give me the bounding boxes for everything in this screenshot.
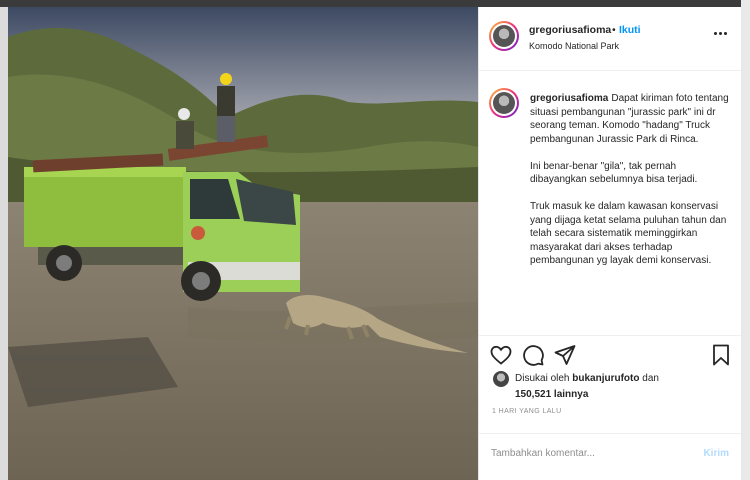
likes-count[interactable]: 150,521 lainnya [515, 389, 588, 400]
caption-paragraph-2: Ini benar-benar "gila", tak pernah dibay… [530, 160, 698, 186]
top-strip [0, 0, 750, 7]
caption-text: gregoriusafioma Dapat kiriman foto tentan… [530, 92, 730, 281]
post-timestamp[interactable]: 1 HARI YANG LALU [492, 408, 562, 415]
more-options-icon[interactable] [714, 29, 728, 39]
follow-separator: • [612, 24, 616, 36]
caption-paragraph-3: Truk masuk ke dalam kawasan konservasi y… [530, 201, 727, 266]
comment-input[interactable] [491, 448, 691, 459]
post-comment-button[interactable]: Kirim [703, 448, 729, 459]
heart-icon[interactable] [489, 343, 513, 367]
comment-icon[interactable] [521, 343, 545, 367]
likes-text: Disukai oleh bukanjurufoto dan 150,521 l… [515, 371, 715, 403]
right-edge [741, 0, 750, 480]
caption-area: gregoriusafioma Dapat kiriman foto tentan… [479, 72, 742, 334]
likes-prefix: Disukai oleh [515, 373, 570, 384]
post-photo[interactable] [8, 7, 478, 480]
comment-bar: Kirim [479, 433, 742, 480]
liker-avatar[interactable] [493, 371, 509, 387]
post-location[interactable]: Komodo National Park [529, 41, 619, 51]
author-avatar[interactable] [489, 21, 519, 51]
likes-joiner: dan [642, 373, 659, 384]
bookmark-icon[interactable] [709, 343, 733, 367]
post-side-panel: gregoriusafioma • Ikuti Komodo National … [478, 7, 742, 480]
author-username[interactable]: gregoriusafioma [529, 24, 611, 36]
liker-username[interactable]: bukanjurufoto [572, 373, 639, 384]
photo-illustration [8, 7, 478, 480]
post-header: gregoriusafioma • Ikuti Komodo National … [479, 7, 742, 71]
share-icon[interactable] [553, 343, 577, 367]
caption-avatar[interactable] [489, 88, 519, 118]
caption-username[interactable]: gregoriusafioma [530, 93, 608, 104]
likes-summary: Disukai oleh bukanjurufoto dan 150,521 l… [479, 367, 742, 407]
follow-button[interactable]: Ikuti [619, 24, 641, 36]
screenshot-frame: gregoriusafioma • Ikuti Komodo National … [0, 0, 750, 480]
